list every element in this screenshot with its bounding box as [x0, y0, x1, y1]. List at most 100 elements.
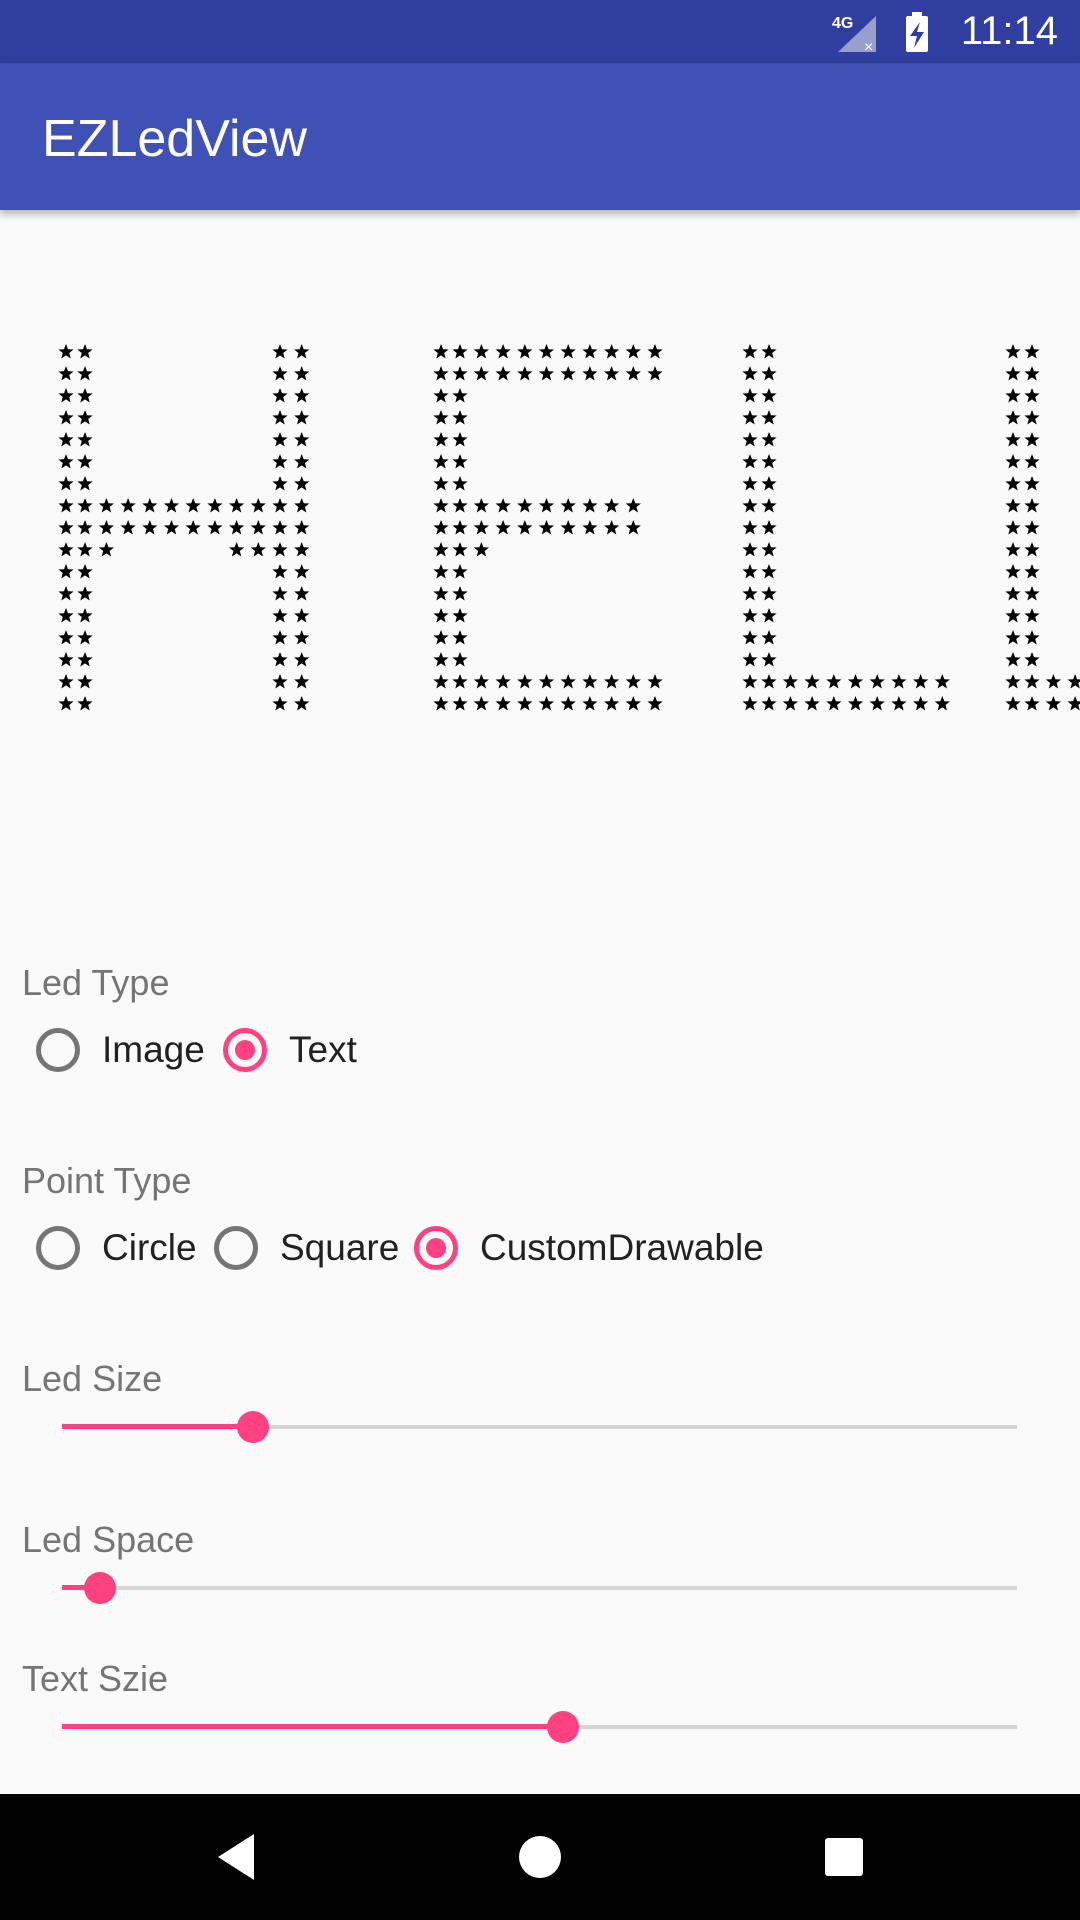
led-star-point: [272, 542, 288, 557]
led-star-point: [58, 564, 74, 579]
led-star-point: [473, 366, 489, 381]
led-star-point: [1024, 652, 1040, 667]
slider-thumb[interactable]: [237, 1411, 269, 1443]
led-star-point: [452, 542, 468, 557]
status-bar: 4G × 11:14: [0, 0, 1080, 63]
led-star-point: [625, 344, 641, 359]
led-star-point: [625, 498, 641, 513]
led-star-point: [517, 498, 533, 513]
slider-track[interactable]: [62, 1586, 1017, 1590]
led-star-point: [538, 696, 555, 711]
led-star-point: [1005, 542, 1021, 557]
led-star-point: [1005, 498, 1021, 513]
radio-unchecked-icon[interactable]: [36, 1028, 80, 1072]
back-button[interactable]: [206, 1827, 266, 1887]
led-star-point: [58, 410, 74, 425]
led-star-point: [77, 476, 93, 491]
led-star-point: [826, 674, 842, 689]
led-space-slider[interactable]: [62, 1568, 1017, 1608]
radio-checked-icon[interactable]: [414, 1226, 458, 1270]
radio-checked-icon[interactable]: [223, 1028, 267, 1072]
led-star-point: [452, 630, 468, 645]
led-star-point: [517, 344, 533, 359]
led-star-point: [433, 542, 449, 557]
radio-led-type-text[interactable]: Text: [223, 1020, 357, 1080]
point-type-label: Point Type: [22, 1160, 192, 1201]
led-star-point: [742, 542, 758, 557]
led-star-point: [761, 586, 777, 601]
led-star-point: [58, 542, 74, 557]
led-star-point: [272, 564, 288, 579]
led-star-point: [58, 520, 74, 535]
radio-point-type-circle[interactable]: Circle: [36, 1218, 197, 1278]
radio-point-type-square[interactable]: Square: [214, 1218, 399, 1278]
led-star-point: [869, 674, 885, 689]
led-star-point: [452, 344, 468, 359]
led-star-point: [847, 674, 864, 689]
slider-thumb[interactable]: [547, 1711, 580, 1743]
home-button[interactable]: [510, 1827, 570, 1887]
led-star-point: [742, 520, 758, 535]
led-star-point: [433, 476, 449, 491]
led-star-point: [142, 520, 158, 535]
led-star-point: [58, 586, 74, 601]
home-icon[interactable]: [517, 1834, 563, 1880]
led-star-point: [473, 344, 489, 359]
led-star-point: [77, 564, 93, 579]
led-star-point: [804, 696, 820, 711]
led-star-point: [77, 542, 93, 557]
led-star-point: [77, 388, 93, 403]
led-star-point: [272, 652, 288, 667]
text-size-slider[interactable]: [62, 1707, 1017, 1747]
led-star-point: [560, 344, 576, 359]
led-space-label: Led Space: [22, 1519, 195, 1560]
led-star-point: [120, 520, 136, 535]
led-star-point: [742, 476, 758, 491]
svg-text:×: ×: [864, 39, 873, 54]
led-star-point: [1045, 696, 1061, 711]
led-star-point: [98, 498, 114, 513]
led-star-point: [207, 520, 223, 535]
led-star-point: [272, 432, 288, 447]
led-star-point: [761, 564, 777, 579]
led-star-point: [1005, 520, 1021, 535]
led-star-point: [58, 432, 74, 447]
led-star-point: [77, 674, 93, 689]
led-star-point: [625, 674, 641, 689]
led-star-point: [761, 652, 777, 667]
led-star-point: [934, 696, 950, 711]
radio-unchecked-icon[interactable]: [214, 1226, 258, 1270]
led-size-slider[interactable]: [62, 1407, 1017, 1447]
recents-button[interactable]: [814, 1827, 874, 1887]
led-star-point: [452, 366, 468, 381]
radio-point-type-customdrawable[interactable]: CustomDrawable: [414, 1218, 764, 1278]
led-star-point: [163, 520, 180, 535]
led-star-point: [761, 410, 777, 425]
slider-thumb[interactable]: [84, 1572, 117, 1604]
led-star-point: [294, 410, 310, 425]
led-display: [0, 300, 1080, 750]
led-star-point: [1024, 454, 1040, 469]
led-star-point: [761, 630, 777, 645]
led-star-point: [433, 652, 449, 667]
led-star-point: [1024, 410, 1040, 425]
led-star-point: [473, 696, 489, 711]
slider-fill: [62, 1724, 564, 1729]
led-star-point: [473, 674, 489, 689]
radio-unchecked-icon[interactable]: [36, 1226, 80, 1270]
led-star-point: [294, 586, 310, 601]
led-star-point: [582, 520, 598, 535]
led-star-point: [272, 696, 288, 711]
led-star-point: [272, 608, 288, 623]
led-star-point: [98, 542, 114, 557]
radio-label: Square: [280, 1227, 400, 1268]
recents-icon[interactable]: [824, 1837, 864, 1877]
radio-led-type-image[interactable]: Image: [36, 1020, 205, 1080]
led-star-point: [582, 696, 598, 711]
led-star-point: [742, 630, 758, 645]
led-star-point: [58, 366, 74, 381]
back-icon[interactable]: [214, 1832, 258, 1882]
led-star-point: [452, 652, 468, 667]
led-star-point: [761, 388, 777, 403]
led-size-label: Led Size: [22, 1358, 163, 1399]
